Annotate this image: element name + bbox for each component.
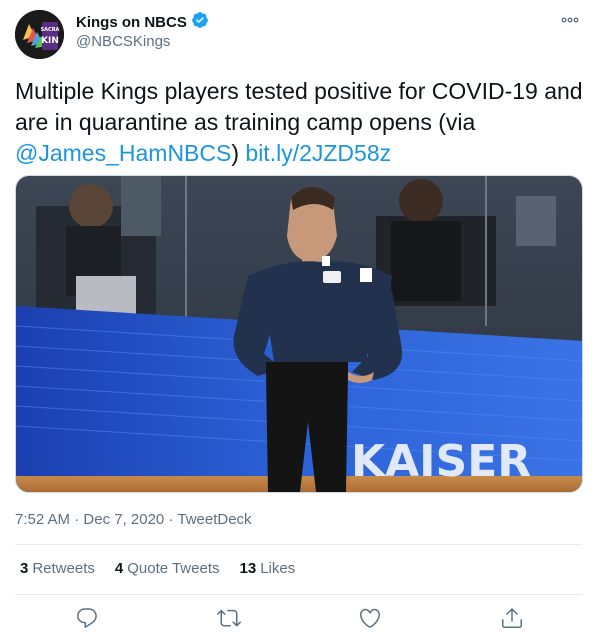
sponsor-board-text: KAISER <box>351 436 531 487</box>
engagement-stats: 3 Retweets 4 Quote Tweets 13 Likes <box>20 560 295 577</box>
more-icon[interactable] <box>559 12 581 28</box>
tweet-source[interactable]: TweetDeck <box>177 511 251 528</box>
author-name-row[interactable]: Kings on NBCS <box>76 11 209 34</box>
likes-label: Likes <box>260 560 296 577</box>
mention-link[interactable]: @James_HamNBCS <box>15 140 231 166</box>
tweet-date[interactable]: Dec 7, 2020 <box>83 511 164 528</box>
likes-stat[interactable]: 13 Likes <box>240 560 296 577</box>
avatar[interactable]: SACRA KIN <box>15 10 64 59</box>
url-link[interactable]: bit.ly/2JZD58z <box>245 140 391 166</box>
quotes-stat[interactable]: 4 Quote Tweets <box>115 560 220 577</box>
svg-text:SACRA: SACRA <box>41 27 60 33</box>
meta-separator: · <box>74 511 80 528</box>
quotes-label: Quote Tweets <box>127 560 220 577</box>
divider-2 <box>15 594 582 595</box>
verified-badge-icon <box>191 11 209 34</box>
tweet-text: Multiple Kings players tested positive f… <box>15 76 585 169</box>
likes-count: 13 <box>239 560 257 577</box>
coach-photo: KAISER <box>16 176 582 492</box>
divider <box>15 544 582 545</box>
tweet-time[interactable]: 7:52 AM <box>15 511 70 528</box>
tweet-body-text: Multiple Kings players tested positive f… <box>15 78 583 135</box>
kings-logo-icon: SACRA KIN <box>15 10 64 59</box>
tweet-photo[interactable]: KAISER <box>15 175 583 493</box>
retweet-icon[interactable] <box>217 606 241 630</box>
svg-text:KIN: KIN <box>41 36 59 46</box>
retweets-label: Retweets <box>32 560 95 577</box>
action-bar <box>0 596 597 642</box>
meta-separator-2: · <box>168 511 174 528</box>
quotes-count: 4 <box>114 560 124 577</box>
reply-icon[interactable] <box>75 606 99 630</box>
retweets-count: 3 <box>20 560 29 577</box>
share-icon[interactable] <box>500 606 524 630</box>
tweet-body-text-2: ) <box>231 140 246 166</box>
author-handle[interactable]: @NBCSKings <box>76 33 170 50</box>
tweet-meta: 7:52 AM · Dec 7, 2020 · TweetDeck <box>15 511 252 528</box>
author-display-name[interactable]: Kings on NBCS <box>76 14 187 31</box>
like-icon[interactable] <box>358 606 382 630</box>
retweets-stat[interactable]: 3 Retweets <box>20 560 95 577</box>
